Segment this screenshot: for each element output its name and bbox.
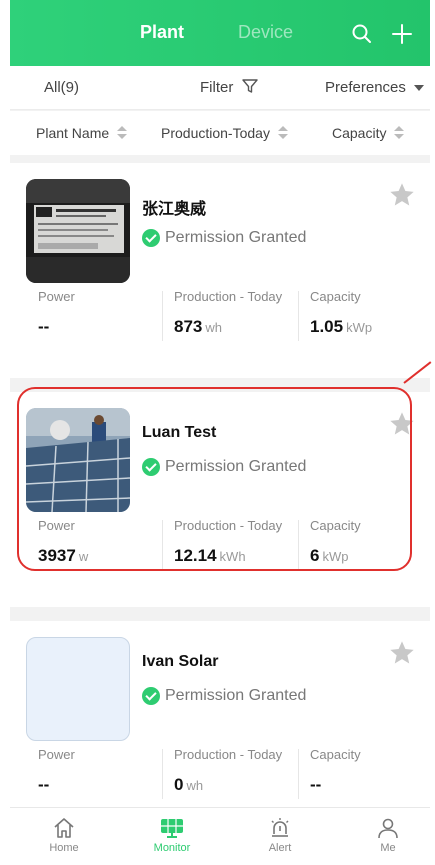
check-circle-icon xyxy=(142,229,160,247)
favorite-star-icon[interactable] xyxy=(388,181,416,209)
permission-text: Permission Granted xyxy=(165,687,307,704)
sort-capacity-label: Capacity xyxy=(332,125,387,141)
nav-me-label: Me xyxy=(380,842,396,854)
capacity-unit: kWp xyxy=(346,320,373,335)
add-icon[interactable] xyxy=(390,22,414,46)
sort-plant-name[interactable]: Plant Name xyxy=(36,125,128,141)
plant-card[interactable]: Ivan Solar Permission Granted Power Prod… xyxy=(10,621,430,836)
nav-monitor[interactable]: Monitor xyxy=(137,816,207,854)
divider xyxy=(298,291,299,341)
sort-bar: Plant Name Production-Today Capacity xyxy=(10,111,430,155)
sort-production-today[interactable]: Production-Today xyxy=(161,125,288,141)
filter-button[interactable]: Filter xyxy=(200,79,233,96)
nav-alert-label: Alert xyxy=(268,842,292,854)
plant-photo-placeholder xyxy=(26,637,130,741)
preferences-dropdown[interactable]: Preferences xyxy=(325,79,406,96)
production-label: Production - Today xyxy=(174,747,283,762)
check-circle-icon xyxy=(142,687,160,705)
funnel-icon[interactable] xyxy=(242,79,258,98)
production-number: 0 xyxy=(174,775,184,794)
power-value: -- xyxy=(38,775,52,795)
sort-capacity[interactable]: Capacity xyxy=(332,125,405,141)
plant-card[interactable]: 张江奥威 Permission Granted Power Production… xyxy=(10,163,430,378)
solar-panel-icon xyxy=(161,819,183,838)
capacity-value: -- xyxy=(310,775,324,795)
capacity-label: Capacity xyxy=(310,747,361,762)
alarm-icon xyxy=(271,818,289,837)
home-icon xyxy=(54,818,74,838)
power-number: -- xyxy=(38,775,50,794)
production-unit: wh xyxy=(186,778,204,793)
production-label: Production - Today xyxy=(174,289,283,304)
sort-plant-name-label: Plant Name xyxy=(36,125,110,141)
sort-production-label: Production-Today xyxy=(161,125,270,141)
nav-home[interactable]: Home xyxy=(29,816,99,854)
capacity-number: 1.05 xyxy=(310,317,344,336)
sort-arrows-icon xyxy=(277,126,288,140)
annotation-highlight xyxy=(17,387,412,571)
permission-status: Permission Granted xyxy=(142,229,306,247)
search-icon[interactable] xyxy=(350,22,374,46)
top-header: Plant Device xyxy=(10,0,430,66)
nav-me[interactable]: Me xyxy=(353,816,423,854)
favorite-star-icon[interactable] xyxy=(388,639,416,667)
power-label: Power xyxy=(38,747,75,762)
capacity-label: Capacity xyxy=(310,289,361,304)
permission-status: Permission Granted xyxy=(142,687,306,705)
capacity-value: 1.05 kWp xyxy=(310,317,372,337)
capacity-number: -- xyxy=(310,775,322,794)
nav-home-label: Home xyxy=(49,842,79,854)
plant-name: 张江奥威 xyxy=(142,201,207,218)
divider xyxy=(298,749,299,799)
power-value: -- xyxy=(38,317,52,337)
production-value: 0 wh xyxy=(174,775,203,795)
power-number: -- xyxy=(38,317,50,336)
chevron-down-icon[interactable] xyxy=(414,85,424,91)
divider xyxy=(162,749,163,799)
production-unit: wh xyxy=(205,320,222,335)
all-filter-button[interactable]: All(9) xyxy=(44,79,79,96)
nav-monitor-label: Monitor xyxy=(153,842,191,854)
power-label: Power xyxy=(38,289,75,304)
permission-text: Permission Granted xyxy=(165,229,307,246)
tab-plant[interactable]: Plant xyxy=(140,22,184,43)
nav-alert[interactable]: Alert xyxy=(245,816,315,854)
divider xyxy=(162,291,163,341)
production-value: 873 wh xyxy=(174,317,222,337)
sort-arrows-icon xyxy=(394,126,405,140)
production-number: 873 xyxy=(174,317,203,336)
bottom-nav: Home Monitor Alert Me xyxy=(10,807,430,865)
filter-bar: All(9) Filter Preferences xyxy=(10,66,430,110)
user-icon xyxy=(378,818,398,839)
plant-name: Ivan Solar xyxy=(142,653,219,670)
sort-arrows-icon xyxy=(117,126,128,140)
plant-photo xyxy=(26,179,130,283)
tab-device[interactable]: Device xyxy=(238,22,293,43)
